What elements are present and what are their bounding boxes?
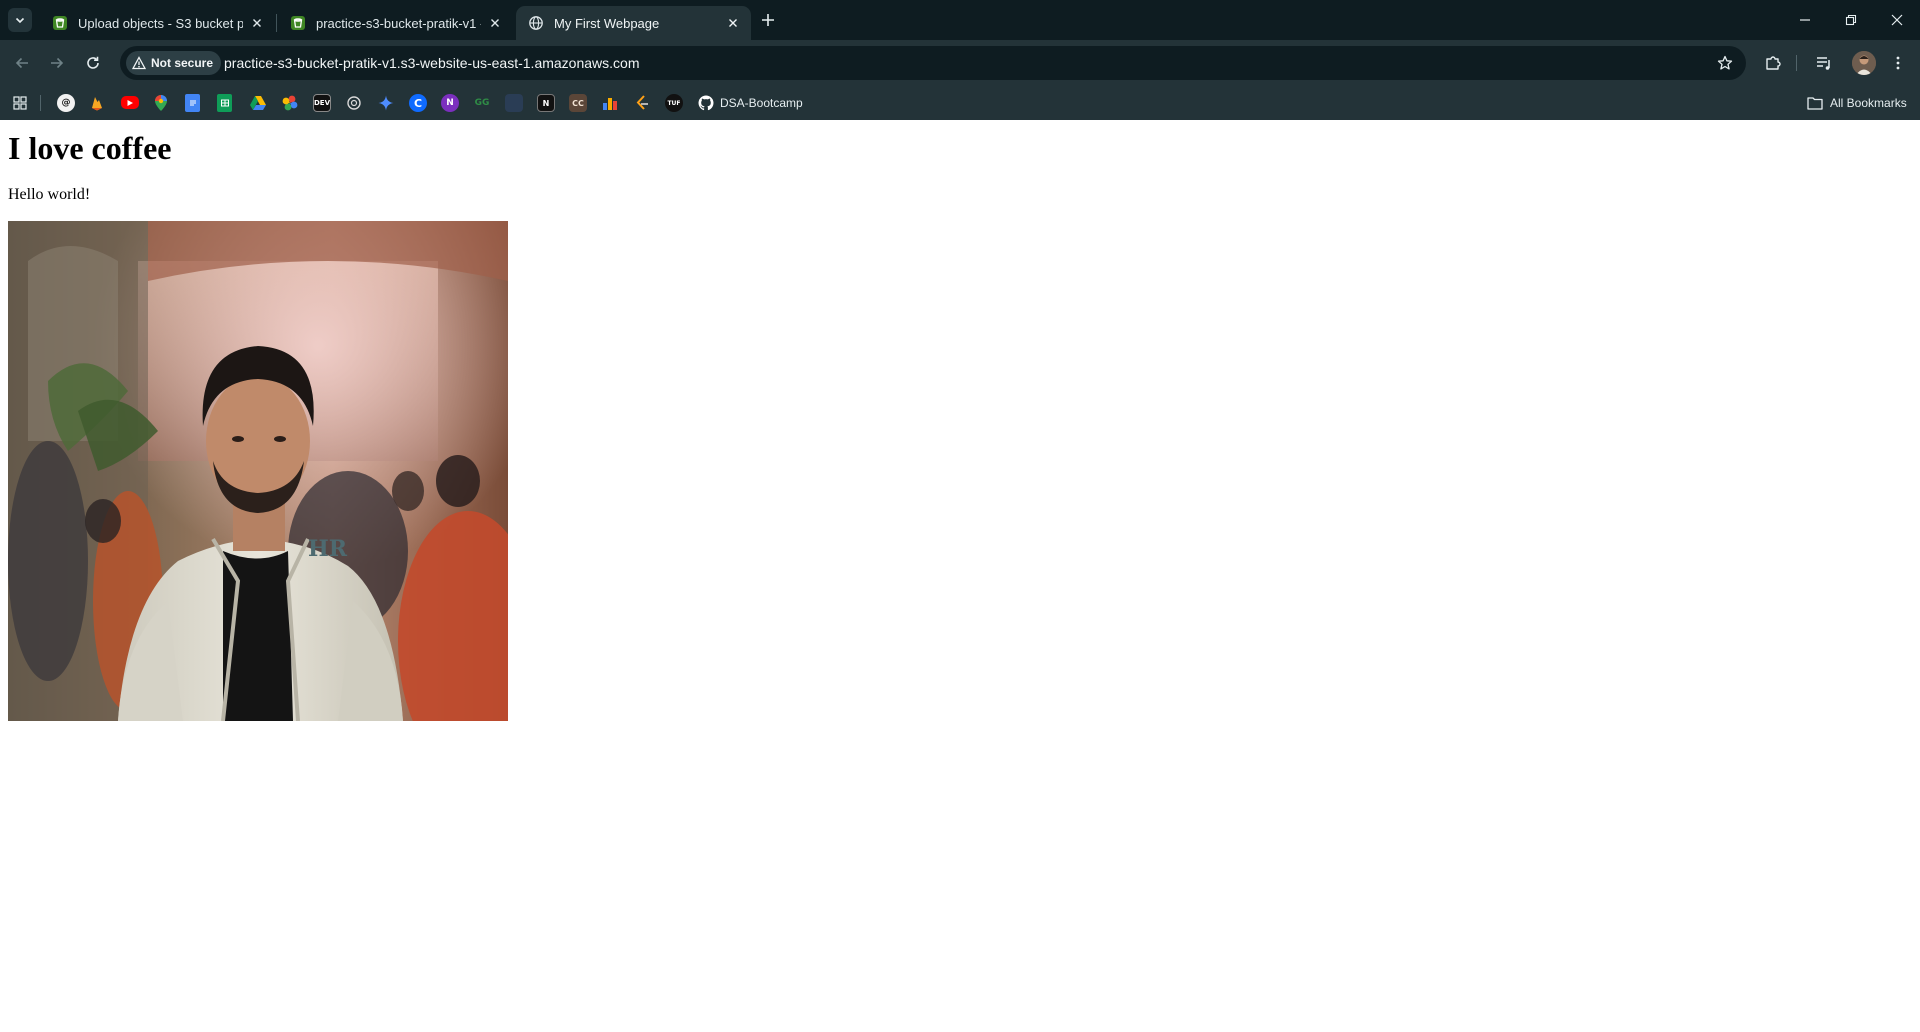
bookmark-label[interactable]: DSA-Bootcamp — [720, 96, 803, 110]
url-text[interactable]: practice-s3-bucket-pratik-v1.s3-website-… — [224, 55, 639, 71]
sheets-icon[interactable] — [217, 94, 232, 112]
security-label: Not secure — [151, 56, 214, 70]
queue-music-icon — [1817, 57, 1830, 70]
minimize-button[interactable] — [1791, 8, 1819, 32]
warning-icon — [132, 56, 146, 70]
tab-title: practice-s3-bucket-pratik-v1 - S — [316, 15, 481, 31]
dev-icon[interactable]: DEV — [313, 94, 331, 112]
page-heading: I love coffee — [8, 130, 172, 166]
arrow-right-icon — [51, 57, 64, 69]
plus-icon — [762, 14, 774, 26]
tab-upload-objects[interactable]: Upload objects - S3 bucket pra — [40, 6, 275, 40]
bookmarks-bar: @ DEV C N GG N CC TUF DSA-Bootcamp All B… — [0, 86, 1920, 120]
maps-icon[interactable] — [152, 94, 170, 112]
close-icon[interactable] — [725, 15, 741, 31]
firebase-icon[interactable] — [88, 94, 106, 112]
new-tab-button[interactable] — [758, 10, 778, 30]
more-vert-icon — [1896, 56, 1900, 70]
geeksforgeeks-icon[interactable]: GG — [473, 94, 491, 112]
tab-title: Upload objects - S3 bucket pra — [78, 15, 243, 31]
threads-icon[interactable]: @ — [57, 94, 75, 112]
tuf-icon[interactable]: TUF — [665, 94, 683, 112]
gemini-icon[interactable] — [377, 94, 395, 112]
tab-title: My First Webpage — [554, 15, 660, 31]
tab-separator — [276, 14, 277, 32]
arrow-left-icon — [15, 57, 28, 69]
all-bookmarks-label[interactable]: All Bookmarks — [1830, 96, 1907, 110]
aws-s3-icon — [52, 15, 68, 31]
close-window-button[interactable] — [1883, 8, 1911, 32]
browser-toolbar: Not secure practice-s3-bucket-pratik-v1.… — [0, 40, 1920, 86]
chatgpt-icon[interactable] — [345, 94, 363, 112]
chevron-down-icon — [15, 17, 25, 24]
codechef-icon[interactable]: CC — [569, 94, 587, 112]
youtube-icon[interactable] — [121, 96, 139, 109]
aws-s3-icon — [290, 15, 306, 31]
restore-icon — [1845, 14, 1857, 26]
address-bar[interactable]: Not secure practice-s3-bucket-pratik-v1.… — [120, 46, 1746, 80]
analytics-icon[interactable] — [601, 94, 619, 112]
canva-icon[interactable]: C — [409, 94, 427, 112]
notion-icon[interactable]: N — [537, 94, 555, 112]
close-icon — [1891, 14, 1903, 26]
portrait-image: HR — [8, 221, 508, 721]
apps-button[interactable] — [11, 94, 29, 112]
blank-bookmark-icon[interactable] — [505, 94, 523, 112]
toolbar-divider — [1796, 55, 1797, 71]
tab-bucket-details[interactable]: practice-s3-bucket-pratik-v1 - S — [278, 6, 513, 40]
tab-strip: Upload objects - S3 bucket pra practice-… — [0, 0, 1920, 40]
drive-icon[interactable] — [249, 94, 267, 112]
media-controls-button[interactable] — [1812, 51, 1836, 75]
page-paragraph: Hello world! — [8, 186, 91, 203]
minimize-icon — [1800, 19, 1810, 21]
close-icon[interactable] — [249, 15, 265, 31]
reload-button[interactable] — [81, 51, 105, 75]
profile-avatar[interactable] — [1852, 51, 1876, 75]
apps-grid-icon — [13, 96, 27, 110]
close-icon[interactable] — [487, 15, 503, 31]
page-content: I love coffee Hello world! HR — [0, 120, 1920, 1032]
docs-icon[interactable] — [185, 94, 200, 112]
profile-photo: HR — [8, 221, 508, 721]
restore-button[interactable] — [1837, 8, 1865, 32]
puzzle-icon — [1766, 56, 1781, 70]
back-button[interactable] — [10, 51, 34, 75]
star-icon — [1717, 55, 1733, 70]
svg-text:HR: HR — [308, 536, 348, 562]
menu-button[interactable] — [1886, 51, 1910, 75]
forward-button[interactable] — [45, 51, 69, 75]
reload-icon — [87, 56, 99, 69]
tab-search-button[interactable] — [8, 8, 32, 32]
leetcode-icon[interactable] — [633, 94, 651, 112]
folder-icon[interactable] — [1806, 94, 1824, 112]
photos-icon[interactable] — [281, 94, 299, 112]
bookmarks-divider — [40, 95, 41, 111]
bookmark-star-button[interactable] — [1716, 54, 1734, 72]
onenote-icon[interactable]: N — [441, 94, 459, 112]
github-icon[interactable] — [697, 94, 715, 112]
avatar-icon — [1852, 51, 1876, 75]
tab-my-first-webpage[interactable]: My First Webpage — [516, 6, 751, 40]
security-chip[interactable]: Not secure — [126, 51, 222, 75]
globe-icon — [528, 15, 544, 31]
extensions-button[interactable] — [1761, 51, 1785, 75]
